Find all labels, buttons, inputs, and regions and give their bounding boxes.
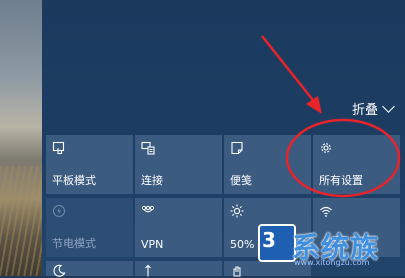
battery-saver-icon: [52, 204, 66, 218]
tile-label: 50%: [230, 238, 255, 251]
brightness-icon: [230, 204, 244, 218]
chevron-down-icon: [382, 100, 395, 113]
tile-quiet-hours[interactable]: [46, 261, 133, 277]
watermark-number: 3: [262, 228, 276, 252]
desktop-wallpaper: [0, 0, 42, 276]
tablet-mode-icon: [52, 141, 65, 155]
tile-tablet-mode[interactable]: 平板模式: [46, 135, 133, 194]
collapse-button[interactable]: 折叠: [351, 99, 395, 118]
vpn-icon: [141, 205, 155, 213]
connect-icon: [141, 141, 155, 155]
tile-label: VPN: [141, 238, 164, 251]
collapse-label: 折叠: [351, 103, 378, 118]
tile-label: 便笺: [230, 174, 252, 187]
note-icon: [231, 141, 243, 155]
tile-vpn[interactable]: VPN: [135, 198, 222, 257]
tile-label: 平板模式: [52, 174, 96, 187]
tile-all-settings[interactable]: 所有设置: [313, 135, 400, 194]
watermark-url: www.xitongzu.com: [294, 258, 370, 267]
tile-location[interactable]: [135, 261, 222, 277]
tile-label: 节电模式: [52, 237, 96, 250]
gear-icon: [321, 143, 331, 153]
site-watermark: 3 系统族 www.xitongzu.com: [258, 214, 405, 276]
tile-label: 连接: [141, 174, 163, 187]
tile-note[interactable]: 便笺: [224, 135, 311, 194]
tile-label: 所有设置: [319, 174, 363, 187]
tile-connect[interactable]: 连接: [135, 135, 222, 194]
tile-battery-saver[interactable]: 节电模式: [46, 198, 133, 257]
